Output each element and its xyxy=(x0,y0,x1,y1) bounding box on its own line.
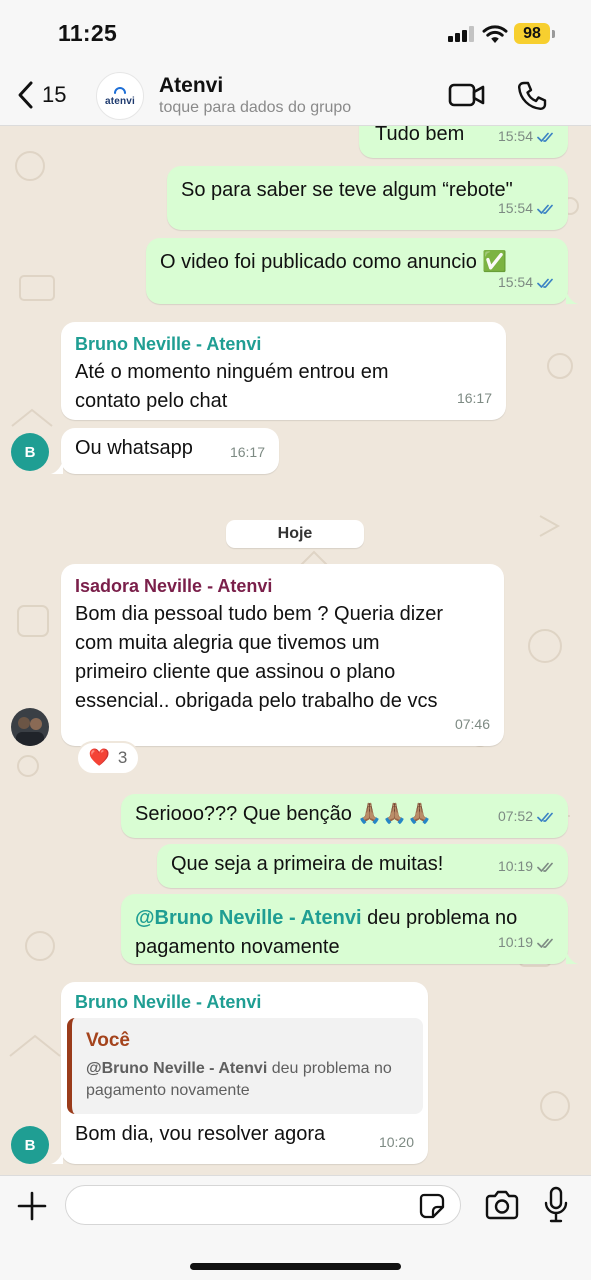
back-chevron-icon xyxy=(18,81,33,109)
message-text-rest: deu problema no xyxy=(361,907,518,929)
mention[interactable]: @Bruno Neville - Atenvi xyxy=(135,907,362,929)
message-text: com muita alegria que tivemos um xyxy=(75,632,380,654)
avatar[interactable]: B xyxy=(11,1126,49,1164)
bubble-tail xyxy=(566,290,578,304)
message-text: Até o momento ninguém entrou em xyxy=(75,361,389,383)
message-text: essencial.. obrigada pelo trabalho de vc… xyxy=(75,690,438,712)
status-bar: 11:25 98 xyxy=(0,0,591,62)
microphone-icon[interactable] xyxy=(543,1186,569,1224)
unread-count: 15 xyxy=(42,82,67,107)
message-time: 10:19 xyxy=(497,858,533,874)
message-meta: 15:54 xyxy=(498,194,556,223)
message-time: 10:19 xyxy=(497,934,533,950)
message-time: 15:54 xyxy=(497,200,533,216)
battery-icon: 98 xyxy=(514,23,550,44)
message-text: contato pelo chat xyxy=(75,390,228,412)
bubble-tail xyxy=(51,460,63,474)
message-meta: 10:19 xyxy=(498,928,556,957)
quoted-message[interactable]: Você @Bruno Neville - Atenvi deu problem… xyxy=(67,1018,423,1114)
message-text: pagamento novamente xyxy=(135,936,340,958)
avatar[interactable]: B xyxy=(11,433,49,471)
message-time: 07:46 xyxy=(454,716,490,732)
message-bubble-outgoing[interactable]: @Bruno Neville - Atenvi deu problema no … xyxy=(121,894,568,964)
message-time: 10:20 xyxy=(378,1134,414,1150)
message-meta: 07:52 xyxy=(498,802,556,831)
read-double-check-icon xyxy=(537,204,553,214)
message-meta: 15:54 xyxy=(498,126,556,151)
phone-icon[interactable] xyxy=(516,80,548,112)
message-text: primeiro cliente que assinou o plano xyxy=(75,661,396,683)
message-bubble-outgoing[interactable]: Seriooo??? Que benção 🙏🏽🙏🏽🙏🏽 07:52 xyxy=(121,794,568,838)
signal-icon xyxy=(448,26,476,42)
back-button[interactable]: 15 xyxy=(16,78,66,112)
message-meta: 16:17 xyxy=(230,438,265,467)
bubble-tail xyxy=(51,1150,63,1164)
group-avatar[interactable]: atenvi xyxy=(96,72,144,120)
message-text: Que seja a primeira de muitas! xyxy=(171,853,444,875)
delivered-double-check-icon xyxy=(537,938,553,948)
message-meta: 10:19 xyxy=(498,852,556,881)
read-double-check-icon xyxy=(537,278,553,288)
atenvi-logo-icon xyxy=(114,87,126,94)
message-input[interactable] xyxy=(65,1185,461,1225)
message-bubble-incoming[interactable]: Bruno Neville - Atenvi Você @Bruno Nevil… xyxy=(61,982,428,1164)
message-bubble-incoming[interactable]: Isadora Neville - Atenvi Bom dia pessoal… xyxy=(61,564,504,746)
quoted-sender: Você xyxy=(86,1030,131,1051)
message-bubble-outgoing[interactable]: O video foi publicado como anuncio ✅ 15:… xyxy=(146,238,568,304)
avatar[interactable] xyxy=(11,708,49,746)
message-text: Seriooo??? Que benção 🙏🏽🙏🏽🙏🏽 xyxy=(135,803,433,825)
wifi-icon xyxy=(482,25,508,43)
user-photo-icon xyxy=(11,708,49,746)
date-divider: Hoje xyxy=(226,520,364,548)
read-double-check-icon xyxy=(537,132,553,142)
delivered-double-check-icon xyxy=(537,862,553,872)
message-bubble-outgoing[interactable]: Que seja a primeira de muitas! 10:19 xyxy=(157,844,568,888)
quoted-text: @Bruno Neville - Atenvi deu problema no xyxy=(86,1058,411,1080)
quoted-text: pagamento novamente xyxy=(86,1082,250,1099)
group-subtitle[interactable]: toque para dados do grupo xyxy=(159,99,351,117)
message-bubble-incoming[interactable]: Ou whatsapp 16:17 xyxy=(61,428,279,474)
message-text: @Bruno Neville - Atenvi deu problema no xyxy=(135,904,554,933)
sender-name: Isadora Neville - Atenvi xyxy=(75,576,273,596)
sender-name: Bruno Neville - Atenvi xyxy=(75,992,262,1012)
message-bubble-outgoing[interactable]: Tudo bem 15:54 xyxy=(359,126,568,158)
chat-area[interactable]: Tudo bem 15:54 So para saber se teve alg… xyxy=(0,126,591,1175)
sticker-icon[interactable] xyxy=(418,1192,446,1220)
message-meta: 15:54 xyxy=(498,268,556,297)
message-time: 16:17 xyxy=(456,390,492,406)
message-time: 07:52 xyxy=(497,808,533,824)
chat-header: 15 atenvi Atenvi toque para dados do gru… xyxy=(0,62,591,126)
home-indicator xyxy=(190,1263,401,1270)
message-time: 16:17 xyxy=(229,444,265,460)
message-bubble-outgoing[interactable]: So para saber se teve algum “rebote" 15:… xyxy=(167,166,568,230)
quoted-text-rest: deu problema no xyxy=(267,1060,392,1077)
message-meta: 16:17 xyxy=(457,384,492,413)
message-text: Bom dia pessoal tudo bem ? Queria dizer xyxy=(75,603,443,625)
message-bubble-incoming[interactable]: Bruno Neville - Atenvi Até o momento nin… xyxy=(61,322,506,420)
message-meta: 10:20 xyxy=(379,1128,414,1157)
group-title[interactable]: Atenvi xyxy=(159,74,223,98)
bubble-tail xyxy=(566,950,578,964)
composer-bar xyxy=(0,1175,591,1280)
message-time: 15:54 xyxy=(497,274,533,290)
message-meta: 07:46 xyxy=(455,710,490,739)
message-text: O video foi publicado como anuncio ✅ xyxy=(160,251,508,273)
message-time: 15:54 xyxy=(497,128,533,144)
camera-icon[interactable] xyxy=(484,1190,520,1220)
read-double-check-icon xyxy=(537,812,553,822)
battery-nub xyxy=(552,30,555,38)
plus-icon[interactable] xyxy=(16,1190,48,1222)
message-text: Bom dia, vou resolver agora xyxy=(75,1123,326,1145)
status-time: 11:25 xyxy=(58,20,118,46)
avatar-logo-text: atenvi xyxy=(104,96,136,107)
video-call-icon[interactable] xyxy=(448,82,486,108)
reaction-badge[interactable]: ❤️ 3 xyxy=(76,741,140,775)
heart-icon: ❤️ xyxy=(88,748,110,767)
quoted-mention: @Bruno Neville - Atenvi xyxy=(86,1060,268,1077)
sender-name: Bruno Neville - Atenvi xyxy=(75,334,262,354)
reaction-count: 3 xyxy=(117,748,128,767)
